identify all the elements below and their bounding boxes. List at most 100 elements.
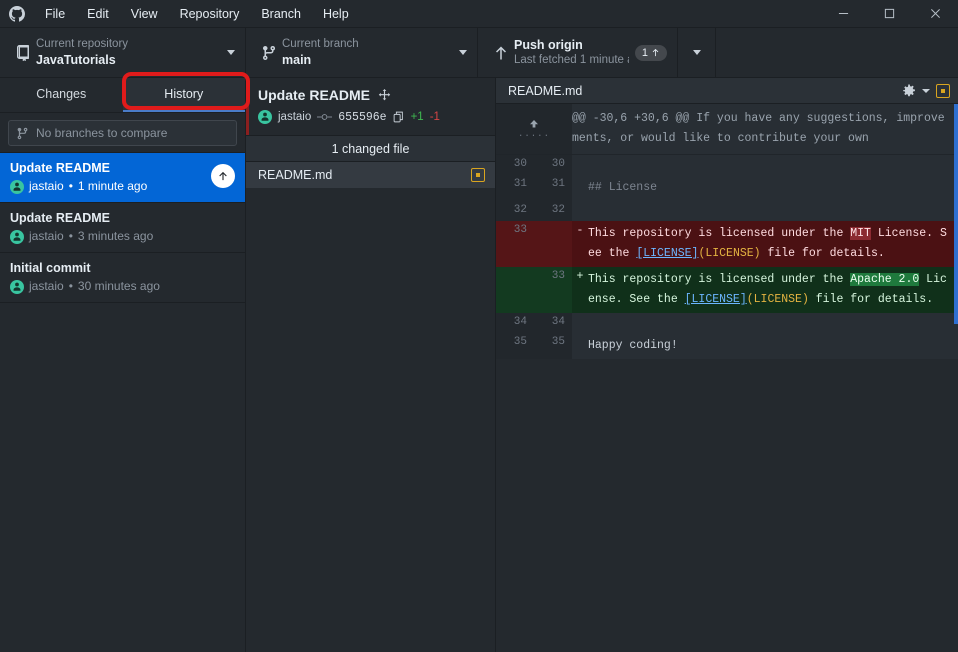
tab-changes[interactable]: Changes bbox=[0, 78, 123, 112]
diff-marker bbox=[572, 333, 588, 359]
push-title: Push origin bbox=[514, 38, 583, 52]
diff-marker: + bbox=[576, 270, 584, 283]
toolbar-spacer bbox=[716, 28, 958, 77]
commit-author: jastaio bbox=[29, 279, 64, 293]
diff-line: 30 30 bbox=[496, 155, 958, 175]
menu-help[interactable]: Help bbox=[312, 0, 360, 27]
compare-branch-wrap: No branches to compare bbox=[0, 113, 245, 152]
repo-name: JavaTutorials bbox=[36, 53, 116, 67]
github-mark-icon bbox=[0, 5, 34, 22]
commit-list-item[interactable]: Initial commit jastaio • 30 minutes ago bbox=[0, 253, 245, 303]
compare-branch-input[interactable]: No branches to compare bbox=[8, 120, 237, 146]
diff-vertical-scrollbar[interactable] bbox=[954, 104, 958, 324]
commit-time: 1 minute ago bbox=[77, 179, 148, 193]
diff-line: 32 32 bbox=[496, 201, 958, 221]
diff-marker: - bbox=[576, 224, 584, 237]
branch-compare-icon bbox=[17, 127, 28, 139]
menu-view[interactable]: View bbox=[120, 0, 169, 27]
old-line-number bbox=[496, 267, 534, 313]
diff-line-deletion: 33 - This repository is licensed under t… bbox=[496, 221, 958, 267]
current-branch-button[interactable]: Current branch main bbox=[246, 28, 478, 77]
commit-summary-author: jastaio bbox=[278, 111, 312, 123]
commit-info: Update README jastaio • 3 minutes ago bbox=[10, 210, 235, 246]
commit-info: Update README jastaio • 1 minute ago bbox=[10, 160, 211, 196]
branch-label: Current branch bbox=[282, 38, 359, 50]
commit-separator: • bbox=[68, 229, 73, 243]
maximize-icon[interactable] bbox=[866, 0, 912, 27]
old-line-number: 31 bbox=[496, 175, 534, 201]
avatar bbox=[10, 229, 24, 244]
push-subtitle: Last fetched 1 minute ago bbox=[514, 54, 629, 66]
menu-edit[interactable]: Edit bbox=[76, 0, 120, 27]
sidebar-tabs: Changes History bbox=[0, 72, 250, 113]
push-options-button[interactable] bbox=[678, 28, 716, 77]
avatar bbox=[10, 279, 24, 294]
commit-title: Update README bbox=[10, 161, 111, 175]
commit-sha: 655596e bbox=[338, 110, 387, 124]
diff-line: 31 31 ## License bbox=[496, 175, 958, 201]
file-list-empty-area bbox=[246, 188, 495, 652]
window-controls bbox=[820, 0, 958, 27]
compare-placeholder: No branches to compare bbox=[36, 126, 168, 140]
move-handle-icon[interactable] bbox=[378, 88, 391, 102]
text-suffix: file for details. bbox=[808, 293, 934, 306]
deletions-count: -1 bbox=[429, 111, 440, 123]
old-line-number: 33 bbox=[496, 221, 534, 267]
text-prefix: This repository is licensed under the bbox=[588, 273, 851, 286]
old-line-number: 34 bbox=[496, 313, 534, 333]
avatar bbox=[258, 110, 272, 124]
tab-history[interactable]: History bbox=[122, 78, 245, 112]
link-target: (LICENSE) bbox=[746, 293, 809, 306]
commit-title: Update README bbox=[10, 211, 111, 225]
copy-icon[interactable] bbox=[393, 111, 405, 123]
new-line-number: 34 bbox=[534, 313, 572, 333]
repo-icon bbox=[10, 44, 36, 61]
commit-author: jastaio bbox=[29, 229, 64, 243]
commit-list-item[interactable]: Update README jastaio • 3 minutes ago bbox=[0, 203, 245, 253]
close-icon[interactable] bbox=[912, 0, 958, 27]
commit-node-icon bbox=[317, 112, 333, 122]
chevron-down-icon[interactable] bbox=[922, 88, 930, 93]
word-diff-highlight: MIT bbox=[850, 227, 871, 240]
menu-file[interactable]: File bbox=[34, 0, 76, 27]
commit-separator: • bbox=[68, 179, 73, 193]
title-bar: File Edit View Repository Branch Help bbox=[0, 0, 958, 28]
current-repository-button[interactable]: Current repository JavaTutorials bbox=[0, 28, 246, 77]
changed-files-panel: Update README jastaio 655596e +1 -1 1 ch… bbox=[246, 78, 496, 652]
diff-line-text bbox=[588, 313, 958, 333]
diff-header: README.md bbox=[496, 78, 958, 104]
menu-repository[interactable]: Repository bbox=[169, 0, 251, 27]
diff-line: 34 34 bbox=[496, 313, 958, 333]
gear-icon[interactable] bbox=[902, 83, 916, 98]
diff-line: 35 35 Happy coding! bbox=[496, 333, 958, 359]
old-line-number: 32 bbox=[496, 201, 534, 221]
chevron-down-icon bbox=[692, 50, 701, 55]
diff-content[interactable]: ····· @@ -30,6 +30,6 @@ If you have any … bbox=[496, 104, 958, 652]
file-list-item[interactable]: README.md bbox=[246, 162, 495, 188]
commit-list: Update README jastaio • 1 minute ago Upd… bbox=[0, 152, 245, 652]
diff-marker bbox=[572, 201, 588, 221]
text-suffix: file for details. bbox=[760, 247, 885, 260]
diff-panel: README.md ····· @@ -30,6 +30,6 @@ If you… bbox=[496, 78, 958, 652]
new-line-number bbox=[534, 221, 572, 267]
commit-list-item[interactable]: Update README jastaio • 1 minute ago bbox=[0, 153, 245, 203]
chevron-down-icon bbox=[459, 50, 467, 55]
menu-branch[interactable]: Branch bbox=[250, 0, 312, 27]
minimize-icon[interactable] bbox=[820, 0, 866, 27]
diff-line-text: Happy coding! bbox=[588, 339, 678, 352]
commit-summary-title-row: Update README bbox=[258, 86, 485, 104]
commit-summary-title: Update README bbox=[258, 87, 371, 103]
push-origin-button[interactable]: Push origin Last fetched 1 minute ago 1 bbox=[478, 28, 678, 77]
modified-status-icon bbox=[471, 168, 485, 182]
old-line-number: 35 bbox=[496, 333, 534, 359]
commit-summary-meta: jastaio 655596e +1 -1 bbox=[258, 110, 485, 124]
word-diff-highlight: Apache 2.0 bbox=[850, 273, 920, 286]
file-name: README.md bbox=[258, 168, 333, 182]
commit-separator: • bbox=[68, 279, 73, 293]
modified-status-icon bbox=[936, 83, 950, 98]
diff-file-name: README.md bbox=[508, 83, 583, 98]
expand-up-icon[interactable]: ····· bbox=[496, 104, 572, 154]
commit-author: jastaio bbox=[29, 179, 64, 193]
diff-marker bbox=[572, 175, 588, 201]
diff-line-addition: 33 + This repository is licensed under t… bbox=[496, 267, 958, 313]
